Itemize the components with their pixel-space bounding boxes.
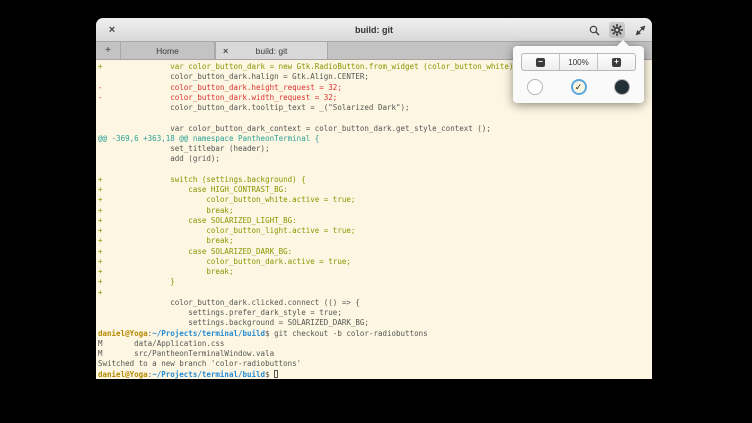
- tab-label: Home: [156, 46, 179, 56]
- terminal-line: color_button_dark.clicked.connect (() =>…: [98, 298, 652, 308]
- terminal-line: color_button_dark.tooltip_text = _("Sola…: [98, 103, 652, 113]
- zoom-control: − 100% +: [521, 53, 636, 71]
- titlebar-actions: [586, 18, 648, 42]
- zoom-out-icon: −: [536, 58, 545, 67]
- terminal-window: × build: git: [96, 18, 652, 380]
- terminal-line: daniel@Yoga:~/Projects/terminal/build$: [98, 370, 652, 380]
- popover-arrow: [616, 40, 630, 47]
- search-icon[interactable]: [586, 22, 602, 38]
- window-title: build: git: [96, 25, 652, 35]
- zoom-in-icon: +: [612, 58, 621, 67]
- tab-label: build: git: [256, 46, 288, 56]
- terminal-line: + break;: [98, 267, 652, 277]
- terminal-line: @@ -369,6 +363,18 @@ namespace PantheonT…: [98, 134, 652, 144]
- terminal-line: add (grid);: [98, 154, 652, 164]
- terminal-output[interactable]: + var color_button_dark = new Gtk.RadioB…: [96, 60, 652, 379]
- terminal-line: + }: [98, 277, 652, 287]
- terminal-line: settings.prefer_dark_style = true;: [98, 308, 652, 318]
- terminal-line: M src/PantheonTerminalWindow.vala: [98, 349, 652, 359]
- terminal-line: + color_button_dark.active = true;: [98, 257, 652, 267]
- terminal-line: var color_button_dark_context = color_bu…: [98, 124, 652, 134]
- window-close-button[interactable]: ×: [104, 18, 120, 42]
- zoom-in-button[interactable]: +: [597, 54, 635, 70]
- terminal-line: + switch (settings.background) {: [98, 175, 652, 185]
- terminal-line: + case HIGH_CONTRAST_BG:: [98, 185, 652, 195]
- terminal-line: settings.background = SOLARIZED_DARK_BG;: [98, 318, 652, 328]
- terminal-line: [98, 113, 652, 123]
- terminal-cursor: [274, 370, 278, 378]
- new-tab-button[interactable]: +: [96, 42, 120, 59]
- terminal-line: + color_button_light.active = true;: [98, 226, 652, 236]
- zoom-out-button[interactable]: −: [522, 54, 559, 70]
- terminal-line: + case SOLARIZED_LIGHT_BG:: [98, 216, 652, 226]
- terminal-line: + case SOLARIZED_DARK_BG:: [98, 247, 652, 257]
- gear-icon[interactable]: [609, 22, 625, 38]
- tab-strip: Home × build: git: [120, 42, 328, 59]
- theme-solarized-light-button[interactable]: ✓: [571, 79, 587, 95]
- terminal-line: set_titlebar (header);: [98, 144, 652, 154]
- terminal-line: + break;: [98, 236, 652, 246]
- zoom-level[interactable]: 100%: [559, 54, 597, 70]
- settings-popover: − 100% + ✓: [513, 46, 644, 103]
- expand-icon[interactable]: [632, 22, 648, 38]
- terminal-line: Switched to a new branch 'color-radiobut…: [98, 359, 652, 369]
- terminal-line: + break;: [98, 206, 652, 216]
- terminal-line: +: [98, 288, 652, 298]
- tab-close-icon[interactable]: ×: [223, 46, 228, 56]
- terminal-line: M data/Application.css: [98, 339, 652, 349]
- theme-selector: ✓: [521, 79, 636, 95]
- terminal-line: [98, 165, 652, 175]
- terminal-line: daniel@Yoga:~/Projects/terminal/build$ g…: [98, 329, 652, 339]
- tab-home[interactable]: Home: [120, 42, 215, 59]
- theme-solarized-dark-button[interactable]: [614, 79, 630, 95]
- terminal-line: + color_button_white.active = true;: [98, 195, 652, 205]
- check-icon: ✓: [575, 82, 583, 93]
- theme-high-contrast-button[interactable]: [527, 79, 543, 95]
- tab-build-git[interactable]: × build: git: [215, 42, 328, 59]
- titlebar[interactable]: × build: git: [96, 18, 652, 42]
